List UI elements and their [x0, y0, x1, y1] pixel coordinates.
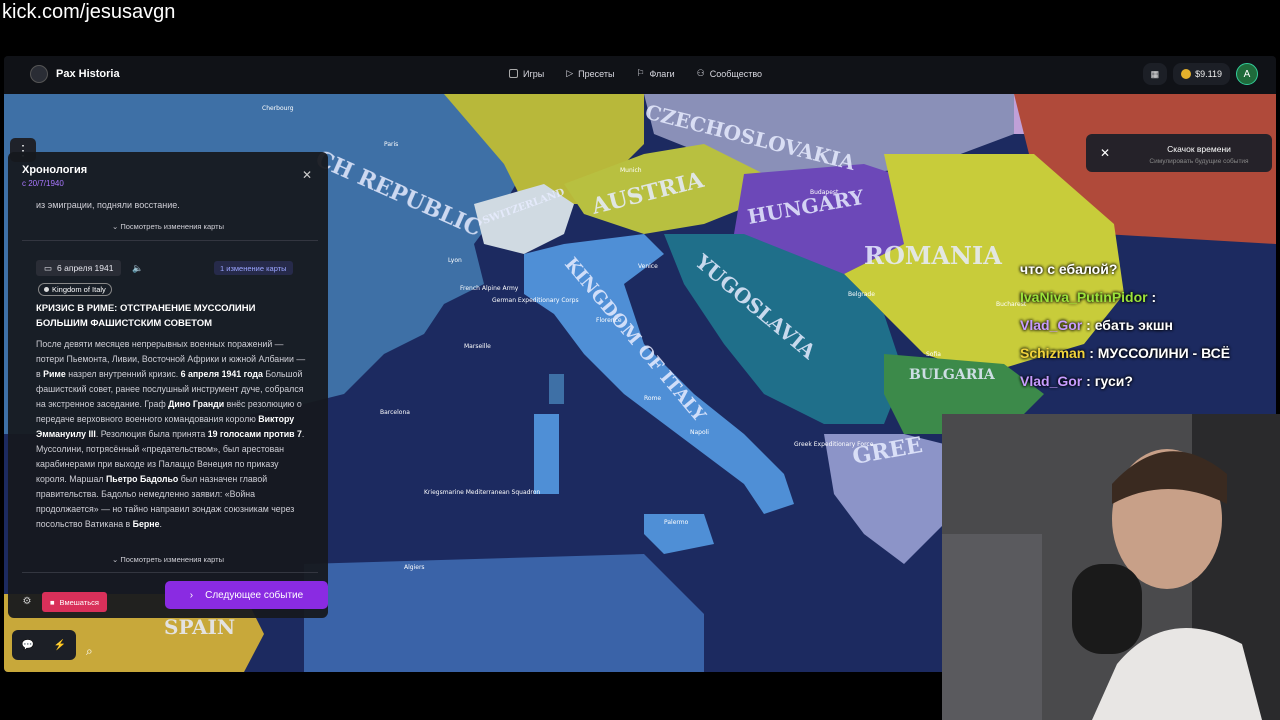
label-spain: SPAIN [164, 615, 235, 639]
chat-message: что с ебалой? [1020, 261, 1118, 277]
flag-dot-icon [44, 287, 49, 292]
nav-games[interactable]: Игры [509, 68, 544, 79]
divider [22, 240, 318, 241]
divider [22, 572, 318, 573]
nav-presets[interactable]: ▷ Пресеты [566, 68, 614, 79]
unit-german-corps: German Expeditionary Corps [492, 297, 579, 304]
search-icon[interactable]: ⌕ [86, 644, 93, 659]
webcam-feed [942, 414, 1280, 720]
city-cherbourg: Cherbourg [262, 105, 294, 112]
bottom-bar [0, 672, 942, 720]
speaker-icon[interactable]: 🔈 [132, 263, 143, 274]
label-bulgaria: BULGARIA [909, 367, 996, 383]
city-sofia: Sofia [926, 351, 941, 358]
intervene-button[interactable]: ■ Вмешаться [42, 592, 107, 612]
webcam-image [942, 414, 1280, 720]
chevron-right-icon: › [189, 589, 194, 601]
city-paris: Paris [384, 141, 398, 148]
next-event-button[interactable]: › Следующее событие [165, 581, 328, 609]
unit-greek-force: Greek Expeditionary Force [794, 441, 874, 448]
chat-message: Vlad_Gor : гуси? [1020, 373, 1133, 389]
unit-kriegsmarine: Kriegsmarine Mediterranean Squadron [424, 489, 540, 496]
close-panel-button[interactable]: ✕ [302, 168, 312, 182]
city-palermo: Palermo [664, 519, 689, 526]
play-icon: ▷ [566, 68, 574, 78]
unit-french-alpine: French Alpine Army [460, 285, 519, 292]
event-date-chip: ▭ 6 апреля 1941 [36, 260, 122, 276]
panel-title: Хронология [22, 164, 88, 176]
gamepad-icon [509, 69, 518, 78]
city-belgrade: Belgrade [848, 291, 875, 298]
avatar[interactable]: A [1236, 63, 1258, 85]
corsica-region [549, 374, 564, 404]
stream-chat-overlay: что с ебалой? IvaNiva_PutinPidor : Vlad_… [1020, 258, 1276, 398]
grid-button[interactable]: ▦ [1142, 63, 1168, 85]
country-tag[interactable]: Kingdom of Italy [38, 283, 112, 296]
bottom-toolbar: 💬 ⚡ [12, 630, 76, 660]
balance-pill[interactable]: $9.119 [1173, 63, 1230, 85]
flag-icon: ⚐ [636, 68, 645, 78]
grid-icon: ▦ [1150, 68, 1160, 79]
city-algiers: Algiers [404, 564, 425, 571]
north-africa-region [304, 554, 704, 672]
calendar-icon: ▭ [44, 262, 53, 273]
time-skip-title: Скачок времени [1167, 144, 1231, 154]
city-budapest: Budapest [810, 189, 839, 196]
logo-text: Pax Historia [56, 68, 120, 80]
city-barcelona: Barcelona [380, 409, 410, 416]
nav-community[interactable]: ⚇ Сообщество [697, 68, 762, 79]
city-lyon: Lyon [448, 257, 462, 264]
stream-url: kick.com/jesusavgn [2, 1, 176, 23]
view-map-changes-link-2[interactable]: ⌄ Посмотреть изменения карты [8, 555, 328, 564]
logo[interactable]: Pax Historia [30, 65, 120, 83]
label-romania: ROMANIA [864, 241, 1002, 270]
sardinia-region [534, 414, 559, 494]
settings-button[interactable]: ⚙ [18, 592, 36, 610]
city-napoli: Napoli [690, 429, 709, 436]
square-icon: ■ [50, 597, 55, 607]
nav-flags[interactable]: ⚐ Флаги [636, 68, 674, 79]
city-marseille: Marseille [464, 343, 491, 350]
city-munich: Munich [620, 167, 642, 174]
event-title: КРИЗИС В РИМЕ: ОТСТРАНЕНИЕ МУССОЛИНИ БОЛ… [36, 303, 256, 329]
view-map-changes-link[interactable]: ⌄ Посмотреть изменения карты [8, 222, 328, 231]
timeline-panel: Хронология с 20/7/1940 ✕ из эмиграции, п… [8, 152, 328, 618]
top-right-controls: ▦ $9.119 A [1142, 63, 1258, 85]
globe-icon [30, 65, 48, 83]
users-icon: ⚇ [696, 68, 705, 78]
city-rome: Rome [644, 395, 661, 402]
chat-icon[interactable]: 💬 [22, 640, 34, 651]
event-body: После девяти месяцев непрерывных военных… [36, 339, 306, 529]
chat-message: IvaNiva_PutinPidor : [1020, 289, 1157, 305]
lightning-icon[interactable]: ⚡ [54, 640, 66, 651]
time-skip-subtitle: Симулировать будущие события [1149, 158, 1249, 165]
city-venice: Venice [638, 263, 658, 270]
panel-since-date: с 20/7/1940 [22, 179, 64, 188]
map-changes-badge[interactable]: 1 изменение карты [214, 261, 293, 275]
main-nav: Игры ▷ Пресеты ⚐ Флаги ⚇ Сообщество [509, 68, 762, 79]
time-skip-panel[interactable]: ✕ Скачок времени Симулировать будущие со… [1086, 134, 1272, 172]
close-icon[interactable]: ✕ [1100, 146, 1110, 160]
chat-message: Schizman : МУССОЛИНИ - ВСЁ [1020, 345, 1231, 361]
previous-event-text: из эмиграции, подняли восстание. [36, 200, 180, 210]
chat-message: Vlad_Gor : ебать экшн [1020, 317, 1173, 333]
city-florence: Florence [596, 317, 622, 324]
top-bar: Pax Historia Игры ▷ Пресеты ⚐ Флаги ⚇ Сообщ… [4, 56, 1276, 94]
gear-icon: ⚙ [22, 595, 32, 607]
coin-icon [1181, 69, 1192, 79]
